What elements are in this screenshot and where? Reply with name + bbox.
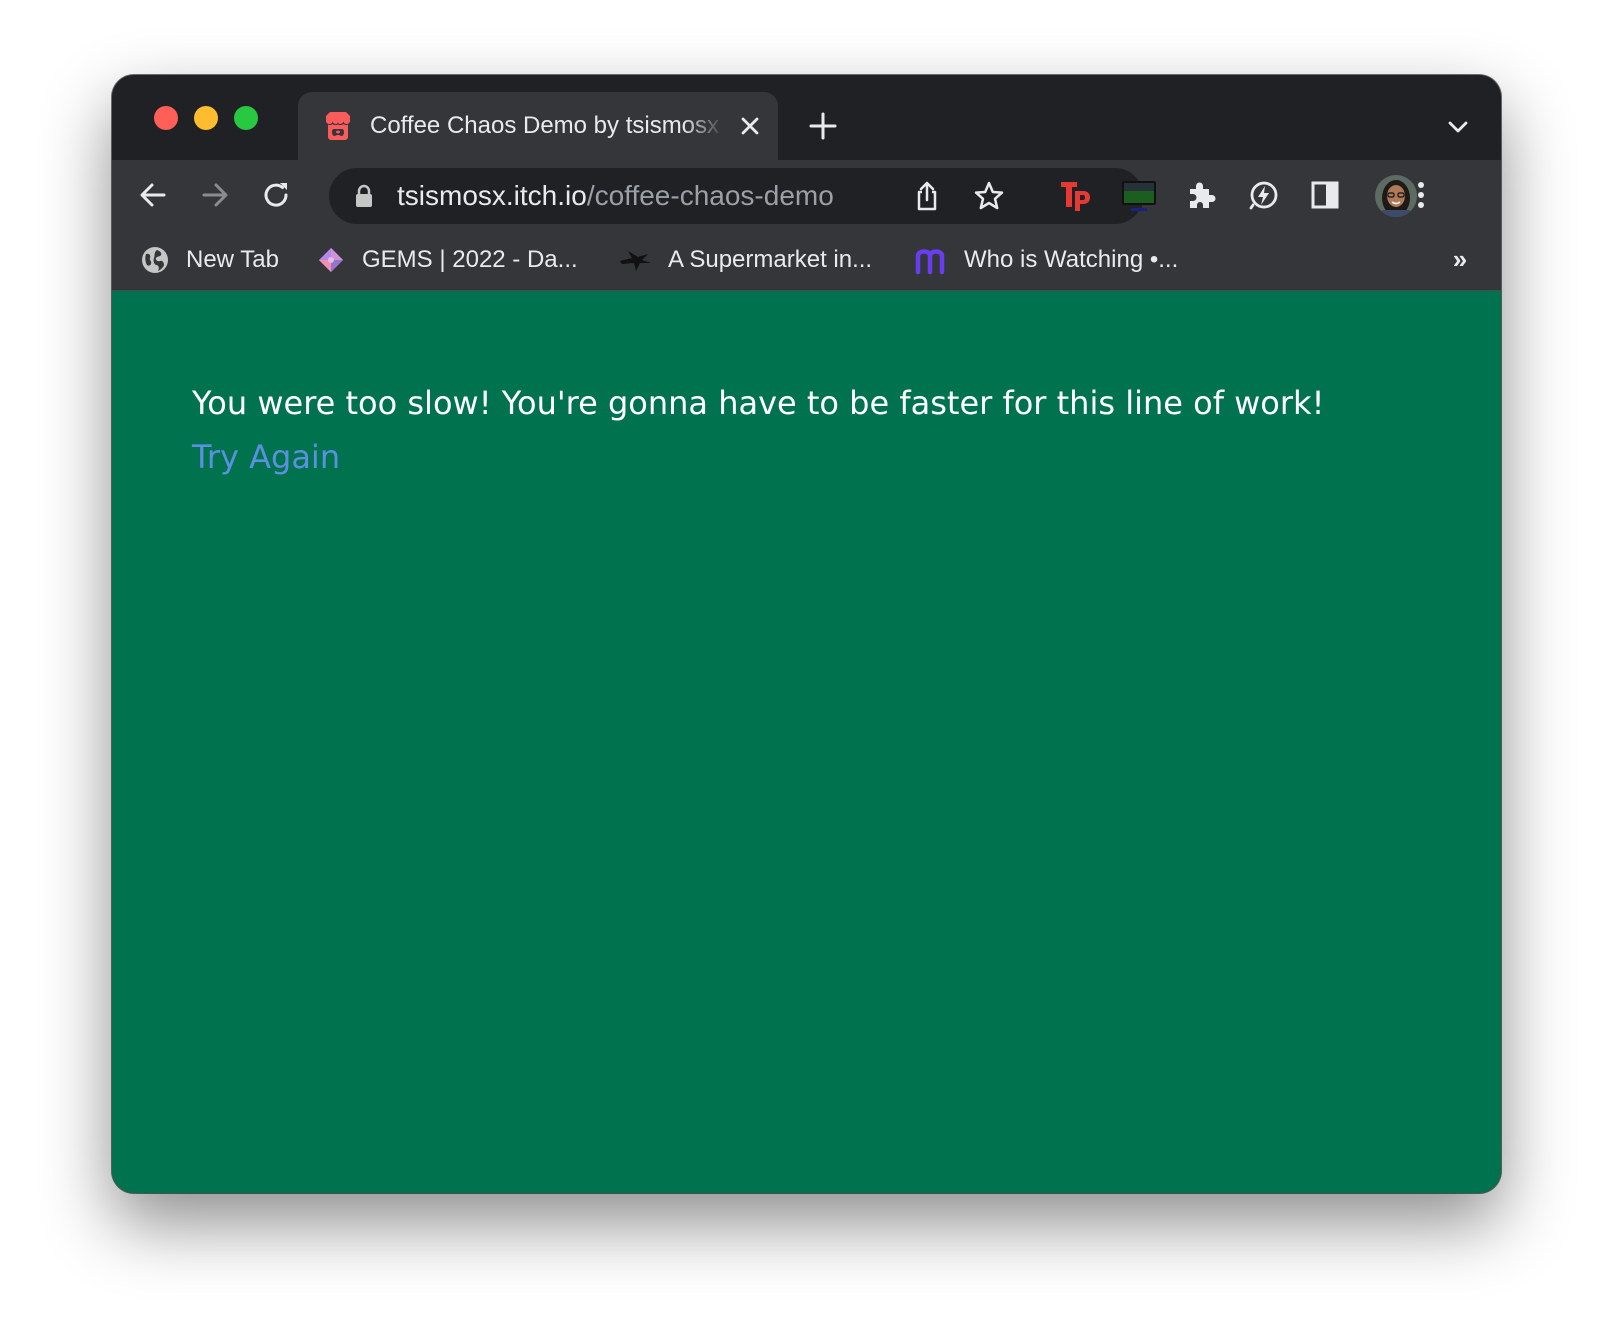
close-tab-icon[interactable] <box>738 114 762 138</box>
bookmark-label: New Tab <box>186 246 279 273</box>
itch-io-icon <box>326 112 350 140</box>
lock-icon[interactable] <box>353 184 375 208</box>
close-window-button[interactable] <box>154 106 178 130</box>
m-logo-icon <box>915 249 945 275</box>
gem-icon <box>319 248 343 272</box>
puzzle-icon[interactable] <box>1184 178 1218 212</box>
bookmark-new-tab[interactable]: New Tab <box>140 243 279 277</box>
monitor-extension-icon[interactable] <box>1120 177 1158 213</box>
address-bar[interactable]: tsismosx.itch.io/coffee-chaos-demo <box>329 168 1143 224</box>
bookmark-star-icon[interactable] <box>973 180 1005 212</box>
new-tab-plus-icon[interactable] <box>808 111 838 141</box>
tp-extension-icon[interactable] <box>1058 177 1094 213</box>
bookmark-gems[interactable]: GEMS | 2022 - Da... <box>316 243 578 277</box>
browser-toolbar: tsismosx.itch.io/coffee-chaos-demo <box>112 160 1501 230</box>
bookmark-supermarket[interactable]: A Supermarket in... <box>618 243 872 277</box>
bird-icon <box>620 251 651 271</box>
game-over-message: You were too slow! You're gonna have to … <box>192 384 1325 422</box>
url-host: tsismosx.itch.io <box>397 180 587 211</box>
forward-arrow-icon[interactable] <box>198 178 232 212</box>
browser-window: Coffee Chaos Demo by tsismosx tsismosx.i… <box>112 75 1501 1193</box>
url-path: /coffee-chaos-demo <box>586 180 834 211</box>
reload-icon[interactable] <box>260 178 294 212</box>
tab-coffee-chaos[interactable]: Coffee Chaos Demo by tsismosx <box>298 92 778 160</box>
minimize-window-button[interactable] <box>194 106 218 130</box>
globe-icon <box>142 247 168 273</box>
bookmarks-bar: New Tab GEMS | 2022 - Da... A Supermarke… <box>112 230 1501 291</box>
bookmark-who-is-watching[interactable]: Who is Watching •... <box>914 243 1178 277</box>
try-again-link[interactable]: Try Again <box>192 435 340 479</box>
page-content: You were too slow! You're gonna have to … <box>112 291 1501 1193</box>
tab-strip: Coffee Chaos Demo by tsismosx <box>112 75 1501 160</box>
bookmarks-overflow-chevron[interactable]: » <box>1446 245 1474 273</box>
bookmark-label: A Supermarket in... <box>668 246 873 273</box>
bolt-extension-icon[interactable] <box>1246 178 1280 212</box>
maximize-window-button[interactable] <box>234 106 258 130</box>
share-icon[interactable] <box>911 180 943 212</box>
url-text[interactable]: tsismosx.itch.io/coffee-chaos-demo <box>397 180 834 212</box>
chevron-down-icon[interactable] <box>1446 115 1470 139</box>
bookmark-label: Who is Watching •... <box>964 246 1179 273</box>
bookmark-label: GEMS | 2022 - Da... <box>362 246 578 273</box>
back-arrow-icon[interactable] <box>136 178 170 212</box>
tab-title: Coffee Chaos Demo by tsismosx <box>370 112 720 139</box>
kebab-menu-icon[interactable] <box>1404 178 1438 212</box>
side-panel-icon[interactable] <box>1308 178 1342 212</box>
